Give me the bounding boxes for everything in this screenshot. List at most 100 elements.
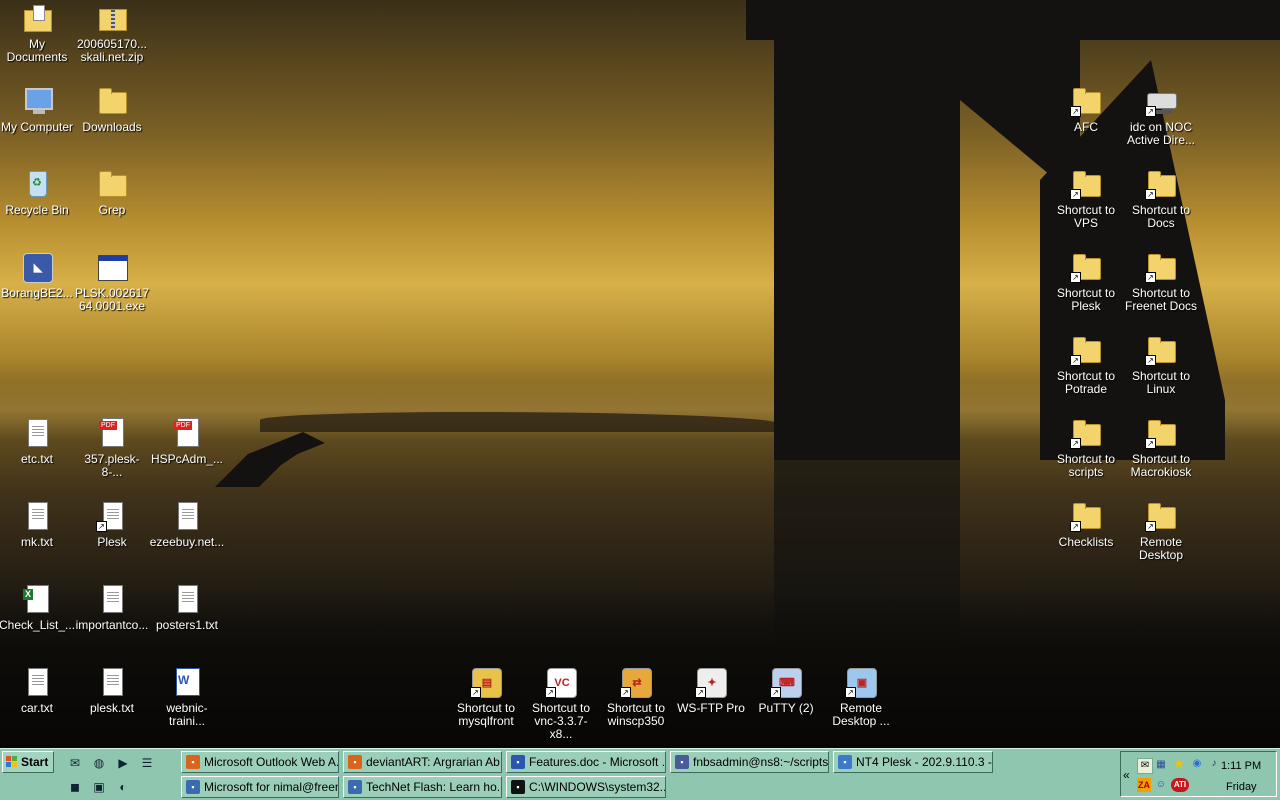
task-app-icon: ▪ (186, 755, 200, 769)
task-label: fnbsadmin@ns8:~/scripts (693, 755, 829, 769)
shortcut-arrow-icon: ↗ (695, 687, 706, 698)
folder-icon: ↗ (1070, 334, 1102, 366)
task-outlook-web[interactable]: ▪ Microsoft Outlook Web A... (181, 751, 339, 773)
desktop-icon-mk-txt[interactable]: mk.txt (0, 500, 75, 549)
desktop-icon-shortcut-plesk[interactable]: ↗ Shortcut to Plesk (1048, 251, 1124, 313)
task-deviantart[interactable]: ▪ deviantART: Argrarian Ab... (343, 751, 502, 773)
desktop-icon-check-list[interactable]: Check_List_... (0, 583, 75, 632)
desktop-icon-webnic-training[interactable]: webnic-traini... (149, 666, 225, 728)
desktop-icon-shortcut-winscp[interactable]: ⇄ ↗ Shortcut to winscp350 (598, 666, 674, 728)
desktop-icon-label: ezeebuy.net... (149, 535, 225, 549)
desktop-icon-putty[interactable]: ⌨ ↗ PuTTY (2) (748, 666, 824, 715)
desktop-icon-shortcut-macrokiosk[interactable]: ↗ Shortcut to Macrokiosk (1123, 417, 1199, 479)
quick-launch-browser-icon[interactable]: ◐ (114, 778, 132, 796)
desktop-icon-grep[interactable]: Grep (74, 168, 150, 217)
desktop-icon-plesk-357-pdf[interactable]: 357.plesk-8-... (74, 417, 150, 479)
desktop-icon-idc-noc[interactable]: ↗ idc on NOC Active Dire... (1123, 85, 1199, 147)
task-app-icon: ▪ (511, 755, 525, 769)
tray-ati-icon[interactable]: ATI (1171, 778, 1189, 792)
desktop-icon-label: Plesk (97, 535, 127, 549)
desktop-icon-borangbe2[interactable]: ◣ BorangBE2... (0, 251, 75, 300)
desktop-icon-label: Shortcut to Plesk (1056, 286, 1116, 313)
task-fnbsadmin[interactable]: ▪ fnbsadmin@ns8:~/scripts (670, 751, 829, 773)
task-nt4-plesk[interactable]: ▪ NT4 Plesk - 202.9.110.3 -... (833, 751, 993, 773)
taskbar: Start ✉ ◍ ▶ ☰ ◼ ▣ ◐ ▪ Microsoft Outlook Web A..… (0, 748, 1280, 800)
desktop-icon-label: WS-FTP Pro (677, 701, 745, 715)
shortcut-arrow-icon: ↗ (1145, 106, 1156, 117)
desktop-icon-remote-desktop[interactable]: ▣ ↗ Remote Desktop ... (823, 666, 899, 728)
tray-volume-icon[interactable]: ♪ (1207, 757, 1221, 771)
shortcut-mysqlfront-icon: ▤ ↗ (470, 666, 502, 698)
desktop-icon-hspcadm-pdf[interactable]: HSPcAdm_... (149, 417, 225, 466)
quick-launch-green-app-icon[interactable]: ◼ (66, 778, 84, 796)
desktop-icon-my-documents[interactable]: My Documents (0, 2, 75, 64)
desktop-icon-shortcut-vps[interactable]: ↗ Shortcut to VPS (1048, 168, 1124, 230)
desktop-icon-plesk-shortcut[interactable]: ↗ Plesk (74, 500, 150, 549)
tray-star-icon[interactable]: ★ (1172, 757, 1186, 771)
tray-day: Friday (1226, 781, 1257, 793)
tray-clock[interactable]: 1:11 PM (1221, 760, 1261, 772)
desktop-icon-checklists[interactable]: ↗ Checklists (1048, 500, 1124, 549)
desktop-icon-shortcut-linux[interactable]: ↗ Shortcut to Linux (1123, 334, 1199, 396)
desktop-icon-label: Shortcut to winscp350 (606, 701, 666, 728)
task-label: Microsoft Outlook Web A... (204, 755, 339, 769)
exe-icon (96, 251, 128, 283)
word-icon (171, 666, 203, 698)
tray-network-icon[interactable]: ▦ (1154, 758, 1168, 772)
desktop-icon-shortcut-mysqlfront[interactable]: ▤ ↗ Shortcut to mysqlfront (448, 666, 524, 728)
tray-user-icon[interactable]: ☺ (1154, 778, 1168, 792)
desktop-icon-shortcut-docs[interactable]: ↗ Shortcut to Docs (1123, 168, 1199, 230)
quick-launch-outlook-icon[interactable]: ✉ (66, 754, 84, 772)
desktop-icon-label: Shortcut to Linux (1131, 369, 1191, 396)
tray-zonealarm-icon[interactable]: ZA (1137, 778, 1151, 792)
desktop-icon-ezeebuy[interactable]: ezeebuy.net... (149, 500, 225, 549)
desktop-icon-shortcut-freenet-docs[interactable]: ↗ Shortcut to Freenet Docs (1123, 251, 1199, 313)
task-microsoft-nimal[interactable]: ▪ Microsoft for nimal@freen... (181, 776, 339, 798)
desktop-icon-label: car.txt (20, 701, 53, 715)
desktop-icon-shortcut-scripts[interactable]: ↗ Shortcut to scripts (1048, 417, 1124, 479)
start-button[interactable]: Start (2, 751, 54, 773)
shortcut-arrow-icon: ↗ (1145, 355, 1156, 366)
desktop-icon-recycle-bin[interactable]: Recycle Bin (0, 168, 75, 217)
desktop-icon-plsk-exe[interactable]: PLSK.002617 64.0001.exe (74, 251, 150, 313)
task-app-icon: ▪ (838, 755, 852, 769)
desktop-icon-ws-ftp-pro[interactable]: ✦ ↗ WS-FTP Pro (673, 666, 749, 715)
desktop-icon-label: idc on NOC Active Dire... (1126, 120, 1195, 147)
desktop-icon-shortcut-potrade[interactable]: ↗ Shortcut to Potrade (1048, 334, 1124, 396)
desktop: My Documents 200605170... skali.net.zip My… (0, 0, 1280, 748)
desktop-icon-shortcut-vnc[interactable]: VC ↗ Shortcut to vnc-3.3.7-x8... (523, 666, 599, 741)
task-cmd[interactable]: ▪ C:\WINDOWS\system32... (506, 776, 666, 798)
tray-mail-icon[interactable]: ✉ (1137, 758, 1153, 774)
shortcut-arrow-icon: ↗ (1145, 521, 1156, 532)
drive-icon: ↗ (1145, 85, 1177, 117)
doc-icon (21, 500, 53, 532)
quick-launch-firefox-icon[interactable]: ◍ (90, 754, 108, 772)
desktop-icon-label: posters1.txt (155, 618, 219, 632)
desktop-icon-importantco[interactable]: importantco... (74, 583, 150, 632)
task-technet[interactable]: ▪ TechNet Flash: Learn ho... (343, 776, 502, 798)
desktop-icon-etc-txt[interactable]: etc.txt (0, 417, 75, 466)
desktop-icon-plesk-txt[interactable]: plesk.txt (74, 666, 150, 715)
folder-icon: ↗ (1070, 168, 1102, 200)
putty-icon: ⌨ ↗ (770, 666, 802, 698)
task-features-doc[interactable]: ▪ Features.doc - Microsoft ... (506, 751, 666, 773)
tray-messenger-icon[interactable]: ◉ (1190, 757, 1204, 771)
desktop-icon-skali-zip[interactable]: 200605170... skali.net.zip (74, 2, 150, 64)
desktop-icon-downloads[interactable]: Downloads (74, 85, 150, 134)
task-label: C:\WINDOWS\system32... (529, 780, 666, 794)
task-label: Microsoft for nimal@freen... (204, 780, 339, 794)
desktop-icon-afc[interactable]: ↗ AFC (1048, 85, 1124, 134)
desktop-icon-label: Shortcut to Freenet Docs (1124, 286, 1198, 313)
desktop-icon-my-computer[interactable]: My Computer (0, 85, 75, 134)
tray-expand-button[interactable]: « (1123, 768, 1130, 782)
quick-launch-console-icon[interactable]: ▣ (90, 778, 108, 796)
desktop-icon-label: PLSK.002617 64.0001.exe (74, 286, 150, 313)
desktop-icon-remote-desktop-folder[interactable]: ↗ Remote Desktop (1123, 500, 1199, 562)
quick-launch-media-player-icon[interactable]: ▶ (114, 754, 132, 772)
quick-launch-network-icon[interactable]: ☰ (138, 754, 156, 772)
desktop-icon-car-txt[interactable]: car.txt (0, 666, 75, 715)
desktop-icon-posters1-txt[interactable]: posters1.txt (149, 583, 225, 632)
shortcut-arrow-icon: ↗ (1145, 438, 1156, 449)
desktop-icon-label: Shortcut to vnc-3.3.7-x8... (531, 701, 591, 741)
desktop-icon-label: 357.plesk-8-... (84, 452, 140, 479)
